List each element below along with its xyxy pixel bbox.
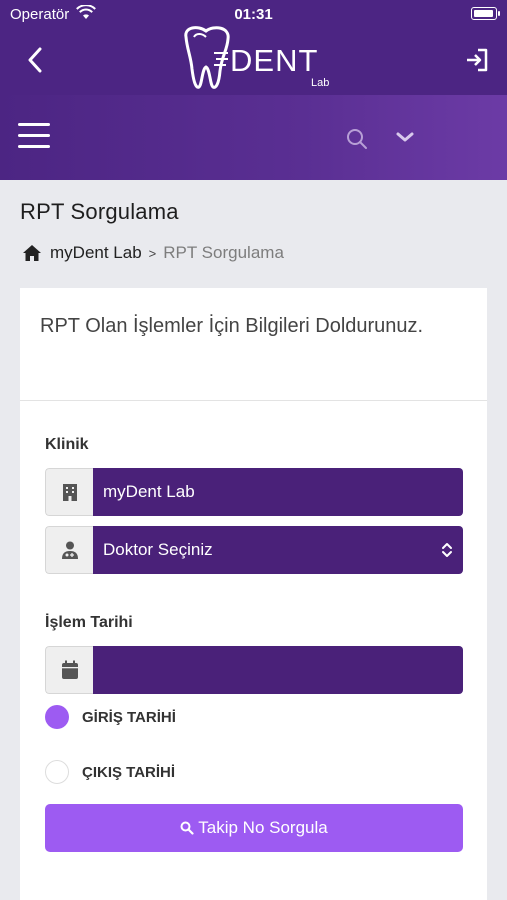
- doctor-select-text: Doktor Seçiniz: [103, 540, 213, 559]
- submit-label: Takip No Sorgula: [198, 818, 328, 837]
- breadcrumb: myDent Lab > RPT Sorgulama: [22, 243, 284, 263]
- clinic-value: myDent Lab: [93, 468, 463, 516]
- search-icon[interactable]: [345, 127, 369, 151]
- radio-entry-label: GİRİŞ TARİHİ: [82, 708, 176, 726]
- radio-exit-circle[interactable]: [45, 760, 69, 784]
- date-field[interactable]: [45, 646, 463, 694]
- breadcrumb-current: RPT Sorgulama: [163, 243, 284, 262]
- divider: [20, 400, 487, 401]
- date-addon: [45, 646, 93, 694]
- logo-subtext: Lab: [311, 77, 330, 89]
- doctor-icon: [61, 541, 78, 559]
- toolbar: [0, 95, 507, 180]
- radio-exit-label: ÇIKIŞ TARİHİ: [82, 763, 176, 781]
- calendar-icon: [61, 660, 78, 679]
- breadcrumb-separator: >: [148, 245, 157, 261]
- tooth-logo-icon: [184, 26, 230, 89]
- battery-icon: [471, 7, 500, 20]
- radio-entry-date[interactable]: GİRİŞ TARİHİ: [45, 705, 176, 729]
- breadcrumb-home[interactable]: myDent Lab: [50, 243, 142, 263]
- form-intro: RPT Olan İşlemler İçin Bilgileri Dolduru…: [40, 315, 424, 337]
- clinic-label: Klinik: [45, 436, 89, 453]
- menu-button[interactable]: [18, 123, 50, 149]
- date-label: İşlem Tarihi: [45, 614, 133, 631]
- clinic-field[interactable]: myDent Lab: [45, 468, 463, 516]
- back-button[interactable]: [18, 42, 52, 78]
- doctor-addon: [45, 526, 93, 574]
- status-bar: Operatör 01:31: [0, 0, 507, 28]
- logout-button[interactable]: [461, 43, 493, 77]
- home-icon[interactable]: [22, 244, 42, 262]
- radio-entry-circle[interactable]: [45, 705, 69, 729]
- updown-icon: [442, 543, 452, 557]
- logo-text: DENT: [230, 43, 319, 78]
- doctor-select[interactable]: Doktor Seçiniz: [45, 526, 463, 574]
- form-card: RPT Olan İşlemler İçin Bilgileri Dolduru…: [20, 288, 487, 900]
- hospital-icon: [62, 484, 77, 501]
- clinic-addon: [45, 468, 93, 516]
- logout-icon: [467, 48, 488, 72]
- date-value: [93, 646, 463, 694]
- app-logo: DENT Lab: [178, 25, 338, 93]
- back-icon: [28, 47, 42, 73]
- page-title: RPT Sorgulama: [20, 199, 179, 224]
- doctor-select-value: Doktor Seçiniz: [93, 526, 463, 574]
- submit-button[interactable]: Takip No Sorgula: [45, 804, 463, 852]
- clock: 01:31: [234, 6, 273, 23]
- chevron-down-icon[interactable]: [393, 125, 417, 149]
- radio-exit-date[interactable]: ÇIKIŞ TARİHİ: [45, 760, 175, 784]
- app-header: Operatör 01:31 DENT Lab: [0, 0, 507, 95]
- search-icon: [180, 821, 194, 835]
